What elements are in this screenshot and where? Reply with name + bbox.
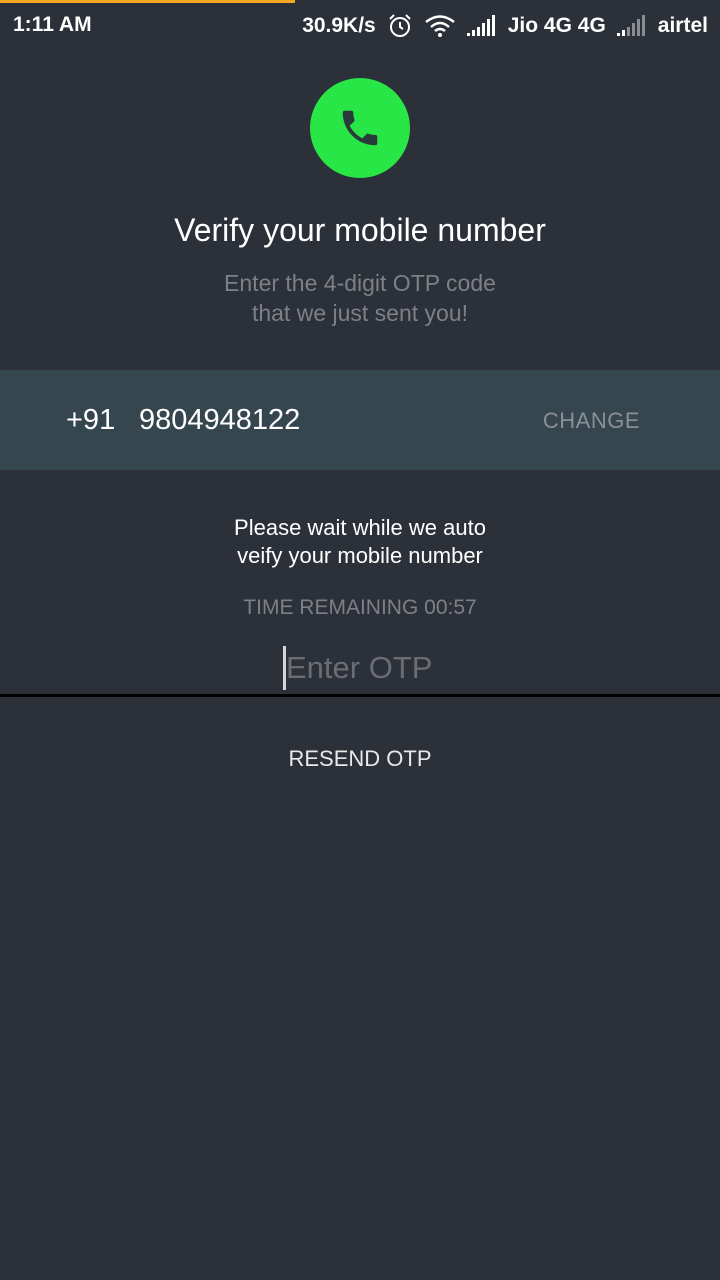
wait-line-2: veify your mobile number [237, 543, 483, 568]
country-code: +91 [66, 404, 116, 436]
phone-number-row: +91 9804948122 CHANGE [0, 370, 720, 470]
resend-otp-button[interactable]: RESEND OTP [0, 746, 720, 772]
page-subtitle: Enter the 4-digit OTP code that we just … [0, 268, 720, 328]
signal-icon [466, 15, 497, 37]
change-number-button[interactable]: CHANGE [543, 408, 640, 434]
carrier-1-label: Jio 4G 4G [507, 14, 606, 37]
signal-weak-icon [616, 15, 647, 37]
otp-field-container [0, 640, 720, 697]
status-bar: 1:11 AM 30.9K/s Jio 4G 4G airtel [0, 0, 720, 50]
subtitle-line-1: Enter the 4-digit OTP code [224, 270, 496, 296]
wait-line-1: Please wait while we auto [234, 515, 486, 540]
network-speed: 30.9K/s [302, 14, 376, 37]
phone-number: 9804948122 [139, 404, 301, 436]
otp-input[interactable] [283, 646, 546, 690]
alarm-icon [387, 13, 413, 39]
status-indicators: 30.9K/s Jio 4G 4G airtel [302, 13, 708, 39]
status-time: 1:11 AM [13, 13, 92, 36]
carrier-2-label: airtel [657, 14, 708, 37]
phone-icon [310, 78, 410, 178]
verify-screen: 1:11 AM 30.9K/s Jio 4G 4G airtel Verify … [0, 0, 720, 1280]
subtitle-line-2: that we just sent you! [251, 300, 469, 326]
wifi-icon [424, 14, 456, 38]
time-remaining: TIME REMAINING 00:57 [243, 596, 477, 619]
auto-verify-message: Please wait while we auto veify your mob… [0, 514, 720, 570]
page-title: Verify your mobile number [174, 212, 546, 248]
